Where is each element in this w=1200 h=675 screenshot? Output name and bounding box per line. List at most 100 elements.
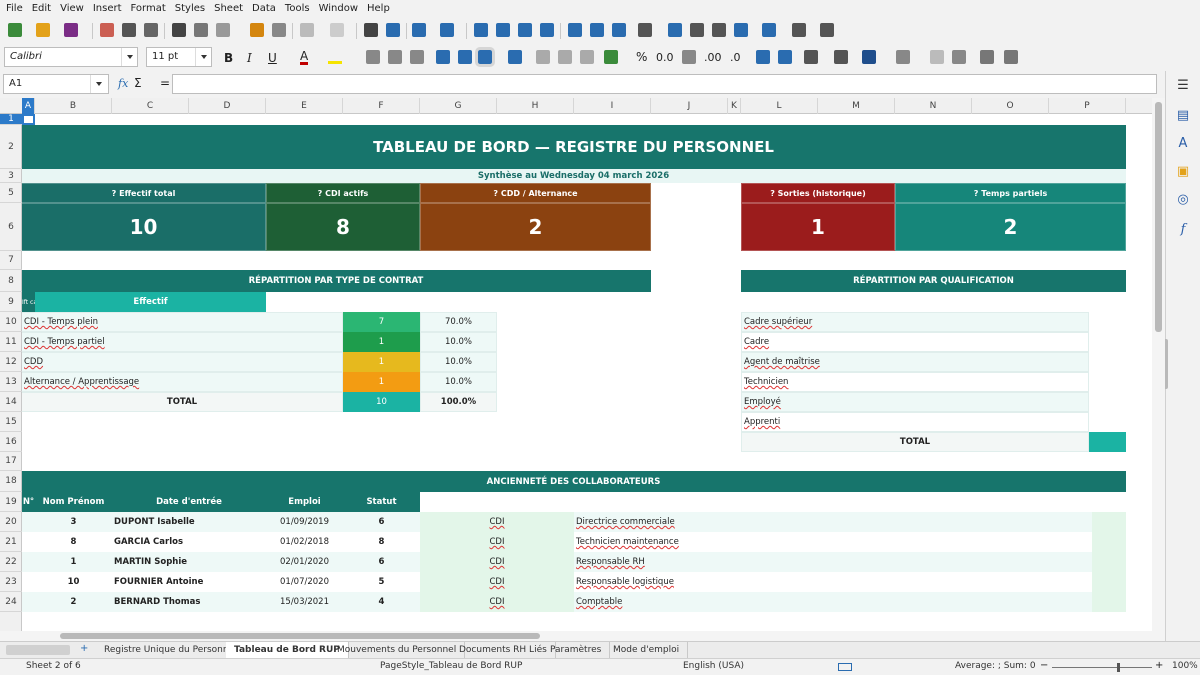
row-header[interactable]: 16	[0, 432, 22, 452]
seniority-row-margin[interactable]	[22, 552, 35, 572]
tab-parametres[interactable]: Paramètres	[542, 642, 611, 658]
row-header[interactable]: 19	[0, 492, 22, 512]
kpi-label[interactable]: ? CDD / Alternance	[420, 183, 651, 203]
chevron-down-icon[interactable]	[121, 48, 137, 66]
row-icon[interactable]	[412, 23, 426, 37]
contract-total-label[interactable]: TOTAL	[22, 392, 343, 412]
italic-icon[interactable]: I	[247, 51, 252, 65]
column-header[interactable]: K	[728, 98, 741, 114]
right-to-left-icon[interactable]	[952, 50, 966, 64]
bold-icon[interactable]: B	[224, 51, 233, 65]
column-header[interactable]: E	[266, 98, 343, 114]
column-header[interactable]: O	[972, 98, 1049, 114]
seniority-name[interactable]: BERNARD Thomas	[112, 592, 266, 612]
date-format-icon[interactable]	[682, 50, 696, 64]
formula-input[interactable]	[172, 74, 1157, 94]
seniority-name[interactable]: FOURNIER Antoine	[112, 572, 266, 592]
seniority-number[interactable]: 1	[35, 552, 112, 572]
column-header[interactable]: H	[497, 98, 574, 114]
seniority-date[interactable]: 15/03/2021	[266, 592, 343, 612]
menu-data[interactable]: Data	[252, 3, 276, 14]
seniority-date[interactable]: 01/09/2019	[266, 512, 343, 532]
open-folder-icon[interactable]	[36, 23, 50, 37]
tab-registre-unique[interactable]: Registre Unique du Personnel	[96, 642, 246, 658]
kpi-value[interactable]: 2	[895, 203, 1126, 251]
find-replace-icon[interactable]	[364, 23, 378, 37]
row-header[interactable]: 3	[0, 169, 22, 183]
seniority-contract[interactable]: CDI	[420, 532, 574, 552]
menu-styles[interactable]: Styles	[175, 3, 205, 14]
seniority-years[interactable]: 5	[343, 572, 420, 592]
contract-header-a[interactable]: Ift ca	[22, 292, 35, 312]
kpi-value[interactable]: 2	[420, 203, 651, 251]
seniority-job[interactable]: Comptable	[574, 592, 1092, 612]
row-header[interactable]: 17	[0, 452, 22, 471]
clone-formatting-icon[interactable]	[250, 23, 264, 37]
tab-documents-rh[interactable]: Documents RH Liés	[451, 642, 556, 658]
contract-total-count[interactable]: 10	[343, 392, 420, 412]
border-color-icon[interactable]	[862, 50, 876, 64]
row-header[interactable]: 15	[0, 412, 22, 432]
seniority-date[interactable]: 01/02/2018	[266, 532, 343, 552]
seniority-number[interactable]: 2	[35, 592, 112, 612]
highlight-color-icon[interactable]	[328, 50, 342, 64]
font-name-combo[interactable]: Calibri	[4, 47, 138, 67]
clear-formatting-icon[interactable]	[272, 23, 286, 37]
row-header[interactable]: 9	[0, 292, 22, 312]
qualification-total-value[interactable]	[1089, 432, 1126, 452]
kpi-label[interactable]: ? Sorties (historique)	[741, 183, 895, 203]
borders-icon[interactable]	[804, 50, 818, 64]
cell-area[interactable]: TABLEAU DE BORD — REGISTRE DU PERSONNEL S…	[22, 114, 1152, 631]
properties-icon[interactable]: ▤	[1175, 108, 1191, 124]
contract-count[interactable]: 1	[343, 352, 420, 372]
qualification-label[interactable]: Agent de maîtrise	[741, 352, 1089, 372]
qualification-label[interactable]: Apprenti	[741, 412, 1089, 432]
column-header[interactable]: A	[22, 98, 35, 114]
seniority-contract[interactable]: CDI	[420, 512, 574, 532]
new-document-icon[interactable]	[8, 23, 22, 37]
contract-total-percent[interactable]: 100.0%	[420, 392, 497, 412]
contract-type-label[interactable]: CDD	[22, 352, 343, 372]
qualification-label[interactable]: Cadre supérieur	[741, 312, 1089, 332]
hyperlink-icon[interactable]	[668, 23, 682, 37]
column-header[interactable]: M	[818, 98, 895, 114]
seniority-years[interactable]: 6	[343, 552, 420, 572]
seniority-extra[interactable]	[1092, 512, 1126, 532]
seniority-name[interactable]: GARCIA Carlos	[112, 532, 266, 552]
row-header[interactable]: 13	[0, 372, 22, 392]
contract-type-label[interactable]: Alternance / Apprentissage	[22, 372, 343, 392]
row-header[interactable]: 22	[0, 552, 22, 572]
add-sheet-icon[interactable]: +	[80, 643, 88, 654]
dashboard-title[interactable]: TABLEAU DE BORD — REGISTRE DU PERSONNEL	[22, 125, 1126, 169]
seniority-extra[interactable]	[1092, 552, 1126, 572]
seniority-header[interactable]: Date d'entrée	[112, 492, 266, 512]
column-icon[interactable]	[440, 23, 454, 37]
contract-percent[interactable]: 10.0%	[420, 352, 497, 372]
font-color-icon[interactable]: A	[300, 50, 309, 65]
print-icon[interactable]	[122, 23, 136, 37]
autosum-icon[interactable]: Σ	[134, 76, 142, 90]
font-size-combo[interactable]: 11 pt	[146, 47, 212, 67]
contract-type-label[interactable]: CDI - Temps partiel	[22, 332, 343, 352]
zoom-out-icon[interactable]: −	[1040, 660, 1048, 671]
zoom-slider[interactable]	[1052, 667, 1152, 668]
qualification-label[interactable]: Technicien	[741, 372, 1089, 392]
contract-percent[interactable]: 10.0%	[420, 372, 497, 392]
row-header[interactable]: 20	[0, 512, 22, 532]
column-header[interactable]: F	[343, 98, 420, 114]
row-header[interactable]: 24	[0, 592, 22, 612]
unmerge-cells-icon[interactable]	[580, 50, 594, 64]
conditional-format-icon[interactable]	[896, 50, 910, 64]
menu-file[interactable]: File	[6, 3, 23, 14]
copy-icon[interactable]	[194, 23, 208, 37]
cut-icon[interactable]	[172, 23, 186, 37]
print-preview-icon[interactable]	[144, 23, 158, 37]
seniority-extra[interactable]	[1092, 572, 1126, 592]
seniority-row-margin[interactable]	[22, 592, 35, 612]
menu-format[interactable]: Format	[131, 3, 166, 14]
menu-tools[interactable]: Tools	[285, 3, 310, 14]
column-header[interactable]: L	[741, 98, 818, 114]
qualification-label[interactable]: Employé	[741, 392, 1089, 412]
seniority-contract[interactable]: CDI	[420, 572, 574, 592]
menu-insert[interactable]: Insert	[93, 3, 122, 14]
